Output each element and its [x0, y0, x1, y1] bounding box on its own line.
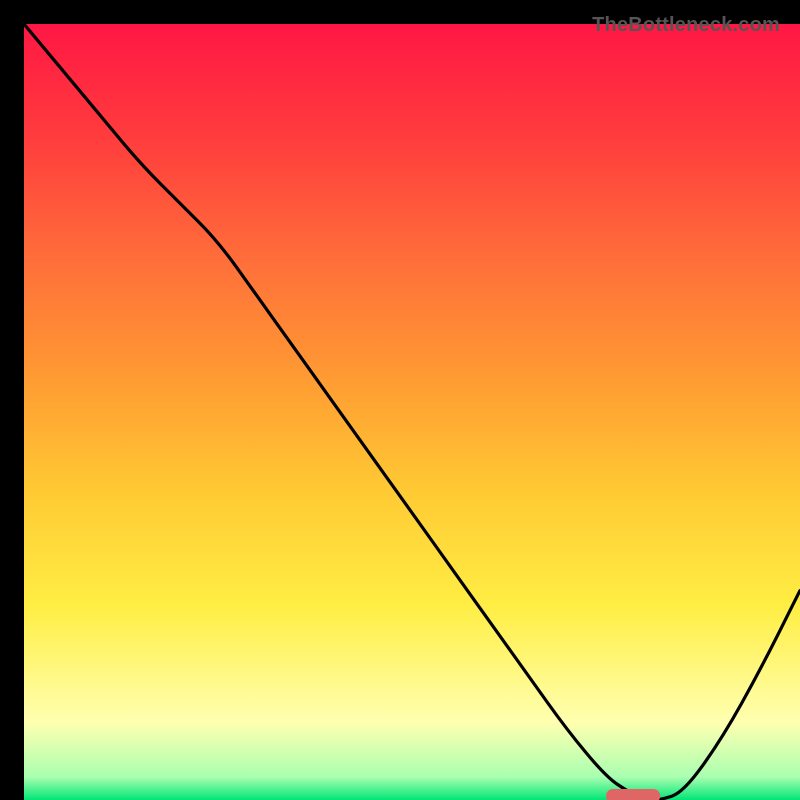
chart-frame: TheBottleneck.com	[0, 0, 800, 800]
bottleneck-curve	[24, 24, 800, 800]
optimum-marker	[606, 789, 660, 800]
chart-plot-area	[24, 24, 800, 800]
watermark-label: TheBottleneck.com	[592, 14, 780, 37]
chart-svg	[24, 24, 800, 800]
